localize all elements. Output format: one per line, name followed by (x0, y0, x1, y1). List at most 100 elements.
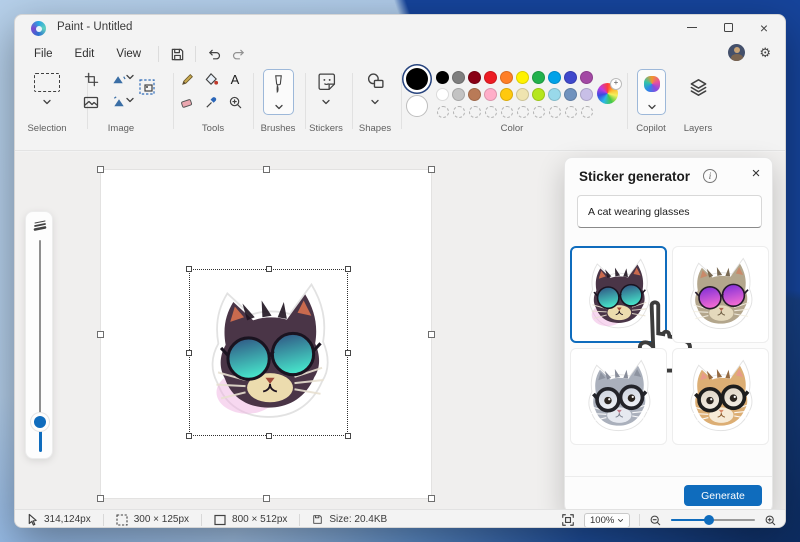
resize-handle-e[interactable] (428, 331, 435, 338)
stickers-group-label: Stickers (309, 123, 343, 134)
save-icon[interactable] (165, 44, 189, 64)
secondary-color-swatch[interactable] (406, 95, 428, 117)
menu-view[interactable]: View (105, 45, 152, 63)
color-swatch[interactable] (564, 71, 577, 84)
color-swatch[interactable] (516, 88, 529, 101)
close-button[interactable]: × (749, 17, 779, 38)
fit-to-screen-icon[interactable] (561, 513, 575, 527)
color-swatch[interactable] (484, 88, 497, 101)
empty-color-slot[interactable] (485, 106, 497, 118)
maximize-button[interactable] (713, 17, 743, 38)
color-swatch[interactable] (468, 71, 481, 84)
fill-bucket-icon[interactable] (201, 69, 221, 89)
color-swatch[interactable] (532, 71, 545, 84)
color-swatch[interactable] (436, 88, 449, 101)
pencil-icon[interactable] (177, 69, 197, 89)
resize-handle-s[interactable] (263, 495, 270, 502)
prompt-input[interactable] (577, 195, 762, 228)
zoom-out-icon[interactable] (649, 514, 662, 527)
color-swatch[interactable] (548, 71, 561, 84)
size-slider-thumb[interactable] (34, 416, 46, 428)
resize-handle-s[interactable] (266, 433, 272, 439)
color-swatch[interactable] (564, 88, 577, 101)
panel-title: Sticker generator (579, 169, 690, 184)
color-swatch[interactable] (532, 88, 545, 101)
brushes-button[interactable] (263, 69, 294, 115)
color-swatch[interactable] (580, 71, 593, 84)
selection-group-label: Selection (27, 123, 66, 134)
resize-image-icon[interactable] (137, 77, 157, 97)
color-swatch[interactable] (452, 71, 465, 84)
copilot-button[interactable] (637, 69, 666, 115)
size-slider[interactable] (25, 211, 53, 459)
color-swatch[interactable] (516, 71, 529, 84)
empty-color-slot[interactable] (453, 106, 465, 118)
color-swatch[interactable] (548, 88, 561, 101)
resize-handle-se[interactable] (428, 495, 435, 502)
zoom-in-icon[interactable] (764, 514, 777, 527)
resize-handle-se[interactable] (345, 433, 351, 439)
zoom-slider[interactable] (671, 514, 755, 526)
empty-color-slot[interactable] (469, 106, 481, 118)
drawing-canvas[interactable] (101, 170, 431, 498)
zoom-slider-thumb[interactable] (704, 515, 714, 525)
sticker-thumbnail-3[interactable] (570, 348, 667, 445)
undo-icon[interactable] (202, 44, 226, 64)
resize-handle-w[interactable] (97, 331, 104, 338)
copilot-icon (644, 76, 660, 92)
empty-color-slot[interactable] (501, 106, 513, 118)
info-icon[interactable]: i (703, 169, 717, 183)
layers-icon[interactable] (688, 77, 708, 97)
color-swatch[interactable] (484, 71, 497, 84)
cursor-icon (27, 513, 38, 526)
empty-color-slot[interactable] (581, 106, 593, 118)
resize-handle-n[interactable] (266, 266, 272, 272)
image-group-label: Image (108, 123, 134, 134)
window-title: Paint - Untitled (57, 21, 132, 33)
color-swatch[interactable] (580, 88, 593, 101)
resize-handle-nw[interactable] (186, 266, 192, 272)
paint-app-icon (31, 21, 46, 36)
resize-handle-sw[interactable] (186, 433, 192, 439)
redo-icon[interactable] (226, 44, 250, 64)
color-swatch[interactable] (500, 71, 513, 84)
zoom-dropdown[interactable]: 100% (584, 513, 630, 528)
color-swatch[interactable] (452, 88, 465, 101)
canvas-options-icon[interactable] (81, 92, 101, 112)
sticker-thumbnail-1[interactable] (570, 246, 667, 343)
edit-colors-wheel-icon[interactable] (597, 83, 618, 104)
resize-handle-nw[interactable] (97, 166, 104, 173)
resize-handle-ne[interactable] (345, 266, 351, 272)
selection-size-icon (116, 514, 128, 526)
minimize-button[interactable] (677, 17, 707, 38)
resize-handle-e[interactable] (345, 350, 351, 356)
empty-color-slot[interactable] (517, 106, 529, 118)
account-avatar[interactable] (728, 44, 745, 61)
color-swatch[interactable] (468, 88, 481, 101)
resize-handle-ne[interactable] (428, 166, 435, 173)
eraser-icon[interactable] (177, 92, 197, 112)
settings-gear-icon[interactable]: ⚙ (759, 45, 771, 61)
empty-color-slot[interactable] (437, 106, 449, 118)
layers-group-label: Layers (684, 123, 713, 134)
menu-file[interactable]: File (23, 45, 64, 63)
eyedropper-icon[interactable] (201, 92, 221, 112)
crop-icon[interactable] (81, 69, 101, 89)
sticker-thumbnail-2[interactable] (672, 246, 769, 343)
generate-button[interactable]: Generate (684, 485, 762, 506)
sticker-thumbnail-4[interactable] (672, 348, 769, 445)
primary-color-swatch[interactable] (406, 68, 428, 90)
color-swatch[interactable] (500, 88, 513, 101)
magnifier-icon[interactable] (225, 92, 245, 112)
resize-handle-n[interactable] (263, 166, 270, 173)
empty-color-slot[interactable] (565, 106, 577, 118)
empty-color-slot[interactable] (549, 106, 561, 118)
panel-close-icon[interactable]: × (747, 165, 765, 182)
resize-handle-sw[interactable] (97, 495, 104, 502)
menu-edit[interactable]: Edit (64, 45, 106, 63)
text-tool-icon[interactable]: A (225, 69, 245, 89)
selection-region[interactable] (189, 269, 348, 436)
resize-handle-w[interactable] (186, 350, 192, 356)
color-swatch[interactable] (436, 71, 449, 84)
empty-color-slot[interactable] (533, 106, 545, 118)
